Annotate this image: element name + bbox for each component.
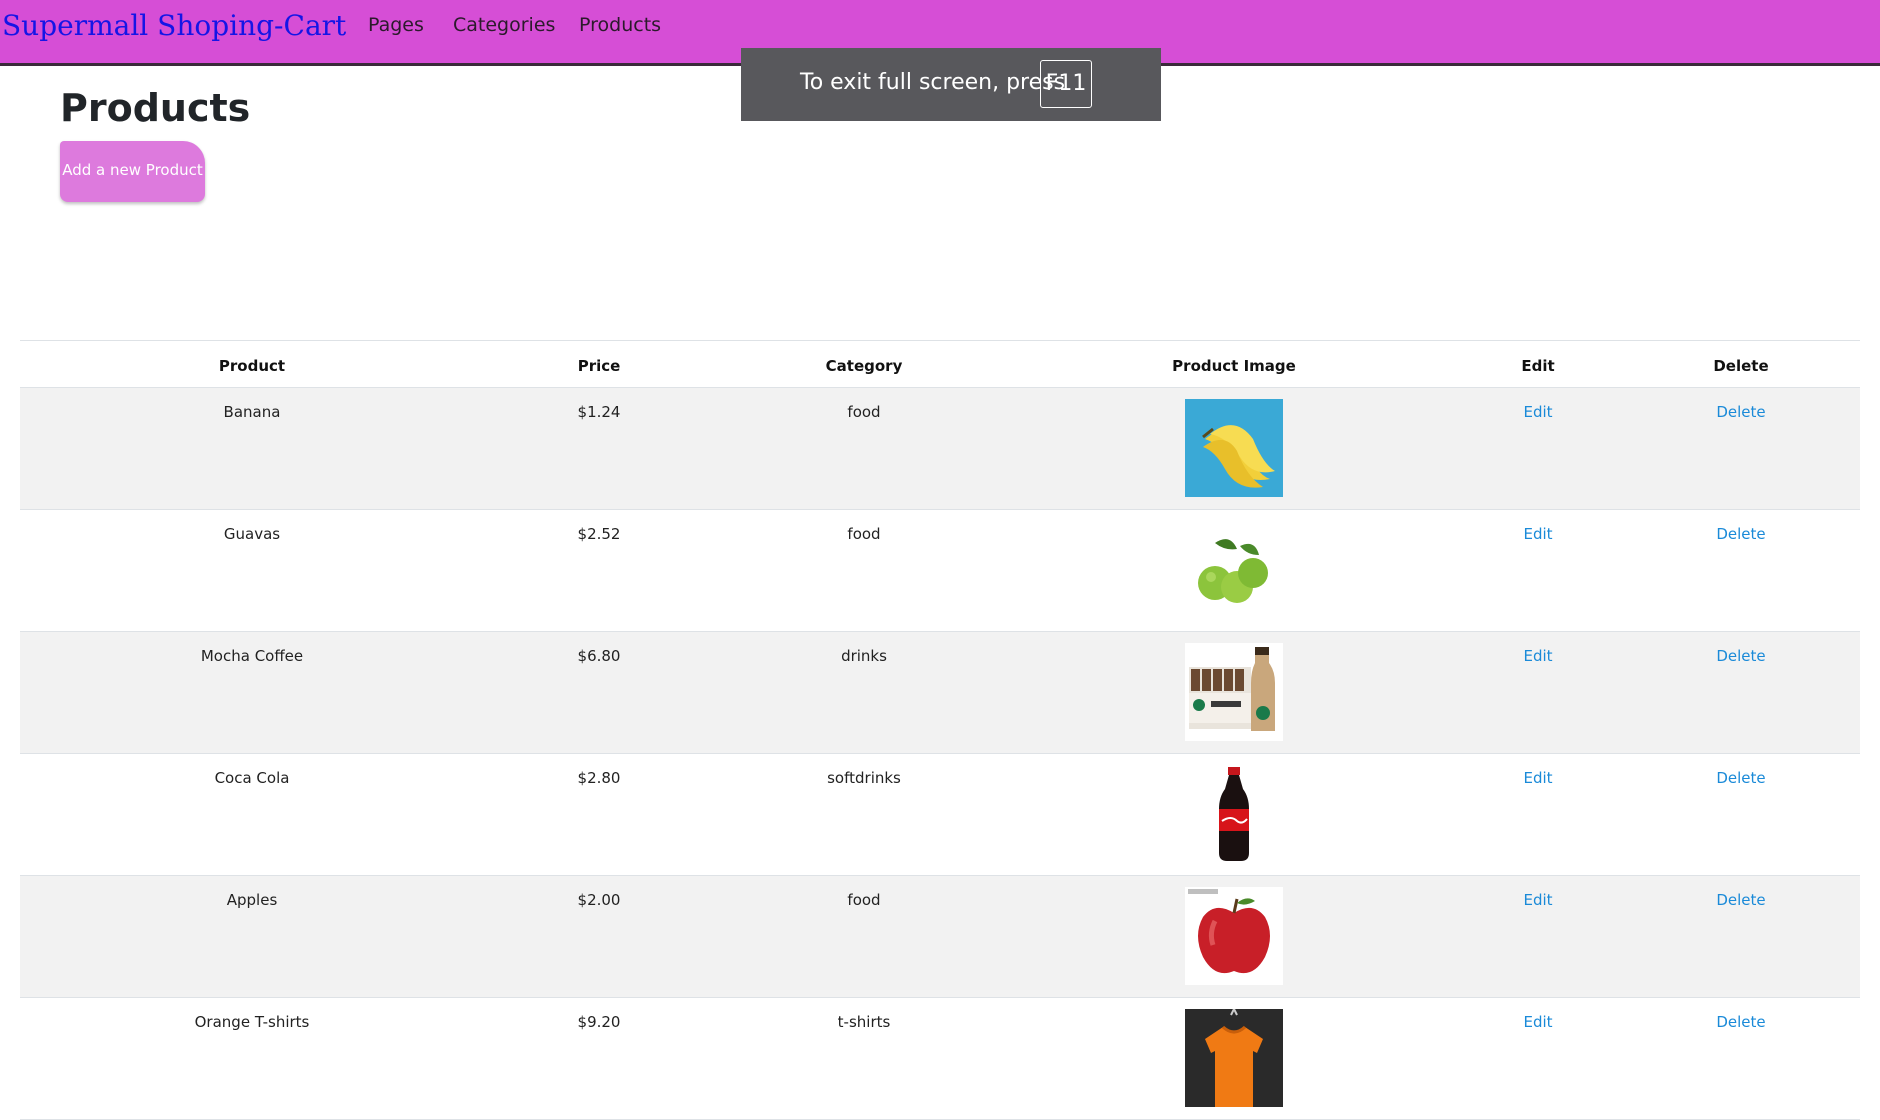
mocha-coffee-image [1185, 643, 1283, 741]
product-name: Orange T-shirts [194, 1013, 310, 1031]
orange-tshirt-image [1185, 1009, 1283, 1107]
nav-link-pages[interactable]: Pages [368, 14, 424, 36]
header-product: Product [218, 357, 286, 375]
edit-link[interactable]: Edit [1523, 1013, 1552, 1031]
edit-link[interactable]: Edit [1523, 403, 1552, 421]
product-name: Guavas [223, 525, 281, 543]
apples-image [1185, 887, 1283, 985]
fullscreen-toast-text: To exit full screen, press [800, 70, 1066, 95]
edit-link[interactable]: Edit [1523, 525, 1552, 543]
product-category: food [847, 525, 881, 543]
header-category: Category [825, 357, 903, 375]
edit-link[interactable]: Edit [1523, 769, 1552, 787]
delete-link[interactable]: Delete [1716, 891, 1765, 909]
product-price: $6.80 [577, 647, 621, 665]
product-price: $2.80 [577, 769, 621, 787]
coca-cola-image [1185, 765, 1283, 863]
delete-link[interactable]: Delete [1716, 769, 1765, 787]
banana-image [1185, 399, 1283, 497]
product-category: food [847, 403, 881, 421]
product-category: softdrinks [827, 769, 901, 787]
header-edit: Edit [1521, 357, 1555, 375]
fullscreen-key-badge: F11 [1040, 60, 1092, 108]
product-name: Apples [226, 891, 278, 909]
table-row: Guavas $2.52 food Edit Delete [20, 510, 1860, 632]
header-product-image: Product Image [1172, 357, 1296, 375]
page-title: Products [60, 86, 251, 130]
table-row: Mocha Coffee $6.80 drinks Edit Delete [20, 632, 1860, 754]
product-name: Mocha Coffee [200, 647, 304, 665]
fullscreen-exit-toast: To exit full screen, press F11 [741, 48, 1161, 121]
delete-link[interactable]: Delete [1716, 647, 1765, 665]
product-price: $2.52 [577, 525, 621, 543]
table-header-row: Product Price Category Product Image Edi… [20, 340, 1860, 388]
delete-link[interactable]: Delete [1716, 1013, 1765, 1031]
product-category: food [847, 891, 881, 909]
header-delete: Delete [1713, 357, 1769, 375]
product-name: Banana [223, 403, 281, 421]
table-row: Coca Cola $2.80 softdrinks Edit Delete [20, 754, 1860, 876]
product-price: $2.00 [577, 891, 621, 909]
product-price: $1.24 [577, 403, 621, 421]
product-category: t-shirts [837, 1013, 891, 1031]
table-row: Orange T-shirts $9.20 t-shirts Edit Dele… [20, 998, 1860, 1120]
header-price: Price [577, 357, 621, 375]
table-row: Apples $2.00 food Edit Delete [20, 876, 1860, 998]
edit-link[interactable]: Edit [1523, 891, 1552, 909]
table-row: Banana $1.24 food Edit Delete [20, 388, 1860, 510]
nav-link-categories[interactable]: Categories [453, 14, 555, 36]
nav-link-products[interactable]: Products [579, 14, 661, 36]
delete-link[interactable]: Delete [1716, 525, 1765, 543]
product-price: $9.20 [577, 1013, 621, 1031]
product-name: Coca Cola [214, 769, 290, 787]
delete-link[interactable]: Delete [1716, 403, 1765, 421]
guavas-image [1185, 521, 1283, 619]
add-product-button[interactable]: Add a new Product [60, 141, 205, 202]
brand-link[interactable]: Supermall Shoping-Cart [2, 9, 346, 42]
products-table: Product Price Category Product Image Edi… [20, 340, 1860, 1120]
edit-link[interactable]: Edit [1523, 647, 1552, 665]
product-category: drinks [841, 647, 887, 665]
